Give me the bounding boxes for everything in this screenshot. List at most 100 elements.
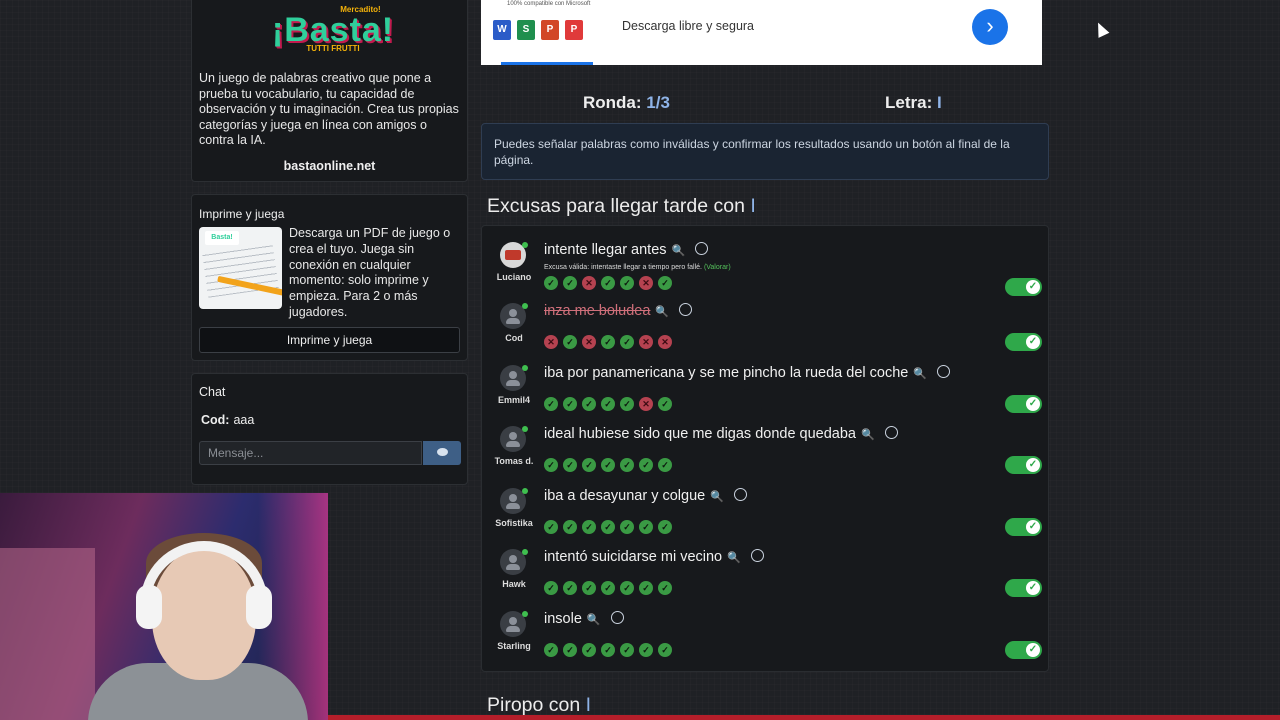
vote-accept-icon: ✓ bbox=[601, 335, 615, 349]
online-indicator bbox=[522, 549, 528, 555]
promo-link[interactable]: bastaonline.net bbox=[192, 159, 467, 173]
answer-row: Luciano intente llegar antes 🔍 Excusa válid… bbox=[482, 232, 1048, 296]
pdf-icon: P bbox=[565, 20, 583, 40]
vote-accept-icon: ✓ bbox=[582, 520, 596, 534]
print-and-play-button[interactable]: Imprime y juega bbox=[199, 327, 460, 353]
office-icons: W S P P bbox=[493, 20, 583, 40]
smiley-icon[interactable] bbox=[884, 425, 898, 439]
player-name: Tomas d. bbox=[494, 456, 534, 466]
letter-label: Letra: bbox=[885, 93, 933, 112]
smiley-icon[interactable] bbox=[679, 302, 693, 316]
answer-note-text: Excusa válida: intentaste llegar a tiemp… bbox=[544, 264, 702, 271]
vote-accept-icon: ✓ bbox=[620, 335, 634, 349]
check-icon: ✓ bbox=[1026, 458, 1040, 472]
answer-text: iba por panamericana y se me pincho la r… bbox=[544, 365, 909, 381]
online-indicator bbox=[522, 303, 528, 309]
answers-list: Luciano intente llegar antes 🔍 Excusa válid… bbox=[481, 225, 1049, 672]
vote-accept-icon: ✓ bbox=[620, 276, 634, 290]
vote-accept-icon: ✓ bbox=[658, 643, 672, 657]
vote-reject-icon: ✕ bbox=[639, 276, 653, 290]
validity-toggle[interactable]: ✓ bbox=[1005, 456, 1042, 474]
vote-accept-icon: ✓ bbox=[582, 643, 596, 657]
next-category-letter: I bbox=[585, 694, 592, 716]
next-category-title: Piropo con I bbox=[487, 694, 591, 717]
vote-accept-icon: ✓ bbox=[639, 581, 653, 595]
answer-word: ideal hubiese sido que me digas donde qu… bbox=[544, 425, 898, 442]
magnifier-icon[interactable]: 🔍 bbox=[727, 551, 741, 564]
validity-toggle[interactable]: ✓ bbox=[1005, 395, 1042, 413]
answer-note-action[interactable]: (Valorar) bbox=[704, 264, 731, 271]
word-icon: W bbox=[493, 20, 511, 40]
info-alert: Puedes señalar palabras como inválidas y… bbox=[481, 123, 1049, 180]
basta-logo[interactable]: Mercadito! ¡Basta! TUTTI FRUTTI bbox=[248, 5, 418, 53]
chat-title: Chat bbox=[199, 385, 226, 399]
magnifier-icon[interactable]: 🔍 bbox=[913, 367, 927, 380]
check-icon: ✓ bbox=[1026, 520, 1040, 534]
print-card: Imprime y juega Basta! Descarga un PDF d… bbox=[191, 194, 468, 361]
answer-word: inza me boludea 🔍 bbox=[544, 302, 693, 319]
vote-accept-icon: ✓ bbox=[620, 643, 634, 657]
thumbnail-logo: Basta! bbox=[205, 231, 239, 245]
chat-send-button[interactable] bbox=[423, 441, 461, 465]
answer-word: insole 🔍 bbox=[544, 610, 624, 627]
answer-row: Emmil4 iba por panamericana y se me pinch… bbox=[482, 355, 1048, 415]
vote-accept-icon: ✓ bbox=[544, 643, 558, 657]
answer-note: Excusa válida: intentaste llegar a tiemp… bbox=[544, 264, 731, 271]
smiley-icon[interactable] bbox=[937, 364, 951, 378]
vote-accept-icon: ✓ bbox=[658, 581, 672, 595]
promo-description: Un juego de palabras creativo que pone a… bbox=[199, 71, 459, 148]
chat-message: Cod: aaa bbox=[201, 413, 254, 427]
vote-accept-icon: ✓ bbox=[544, 276, 558, 290]
smiley-icon[interactable] bbox=[695, 241, 709, 255]
vote-reject-icon: ✕ bbox=[544, 335, 558, 349]
answer-text: iba a desayunar y colgue bbox=[544, 488, 706, 504]
mouse-cursor bbox=[1092, 20, 1110, 38]
print-thumbnail[interactable]: Basta! bbox=[199, 227, 282, 309]
logo-title: ¡Basta! bbox=[271, 11, 395, 49]
magnifier-icon[interactable]: 🔍 bbox=[655, 305, 669, 318]
chat-message-input[interactable]: Mensaje... bbox=[199, 441, 422, 465]
letter-indicator: Letra: I bbox=[885, 93, 942, 113]
vote-list: ✓ ✓ ✓ ✓ ✓ ✓ ✓ bbox=[544, 643, 672, 657]
vote-accept-icon: ✓ bbox=[620, 397, 634, 411]
vote-reject-icon: ✕ bbox=[582, 335, 596, 349]
answer-word: intentó suicidarse mi vecino 🔍 bbox=[544, 548, 764, 565]
vote-accept-icon: ✓ bbox=[563, 276, 577, 290]
vote-accept-icon: ✓ bbox=[563, 397, 577, 411]
stream-border bbox=[328, 715, 1280, 720]
validity-toggle[interactable]: ✓ bbox=[1005, 333, 1042, 351]
print-description: Descarga un PDF de juego o crea el tuyo.… bbox=[289, 226, 451, 319]
vote-accept-icon: ✓ bbox=[658, 520, 672, 534]
round-value: 1/3 bbox=[646, 93, 670, 112]
vote-accept-icon: ✓ bbox=[639, 643, 653, 657]
vote-accept-icon: ✓ bbox=[639, 520, 653, 534]
vote-accept-icon: ✓ bbox=[601, 397, 615, 411]
magnifier-icon[interactable]: 🔍 bbox=[672, 244, 686, 257]
answer-row: Tomas d. ideal hubiese sido que me digas … bbox=[482, 416, 1048, 476]
online-indicator bbox=[522, 488, 528, 494]
chevron-right-icon[interactable]: › bbox=[972, 9, 1008, 45]
round-label: Ronda: bbox=[583, 93, 642, 112]
check-icon: ✓ bbox=[1026, 581, 1040, 595]
validity-toggle[interactable]: ✓ bbox=[1005, 579, 1042, 597]
vote-list: ✓ ✓ ✓ ✓ ✓ ✓ ✓ bbox=[544, 458, 672, 472]
check-icon: ✓ bbox=[1026, 397, 1040, 411]
validity-toggle[interactable]: ✓ bbox=[1005, 518, 1042, 536]
magnifier-icon[interactable]: 🔍 bbox=[861, 428, 875, 441]
vote-accept-icon: ✓ bbox=[601, 581, 615, 595]
webcam-overlay bbox=[0, 493, 328, 720]
check-icon: ✓ bbox=[1026, 335, 1040, 349]
chat-bubble-icon bbox=[437, 448, 448, 456]
smiley-icon[interactable] bbox=[610, 610, 624, 624]
player-name: Emmil4 bbox=[497, 395, 530, 405]
smiley-icon[interactable] bbox=[750, 548, 764, 562]
magnifier-icon[interactable]: 🔍 bbox=[710, 490, 724, 503]
ad-banner[interactable]: 100% compatible con Microsoft W S P P De… bbox=[481, 0, 1042, 65]
online-indicator bbox=[522, 242, 528, 248]
validity-toggle[interactable]: ✓ bbox=[1005, 641, 1042, 659]
smiley-icon[interactable] bbox=[733, 487, 747, 501]
player-name: Cod bbox=[505, 333, 523, 343]
category-title-text: Excusas para llegar tarde con bbox=[487, 195, 751, 217]
answer-row: Hawk intentó suicidarse mi vecino 🔍 ✓ ✓ ✓ ✓ ✓ ✓ ✓… bbox=[482, 539, 1048, 599]
magnifier-icon[interactable]: 🔍 bbox=[587, 613, 601, 626]
